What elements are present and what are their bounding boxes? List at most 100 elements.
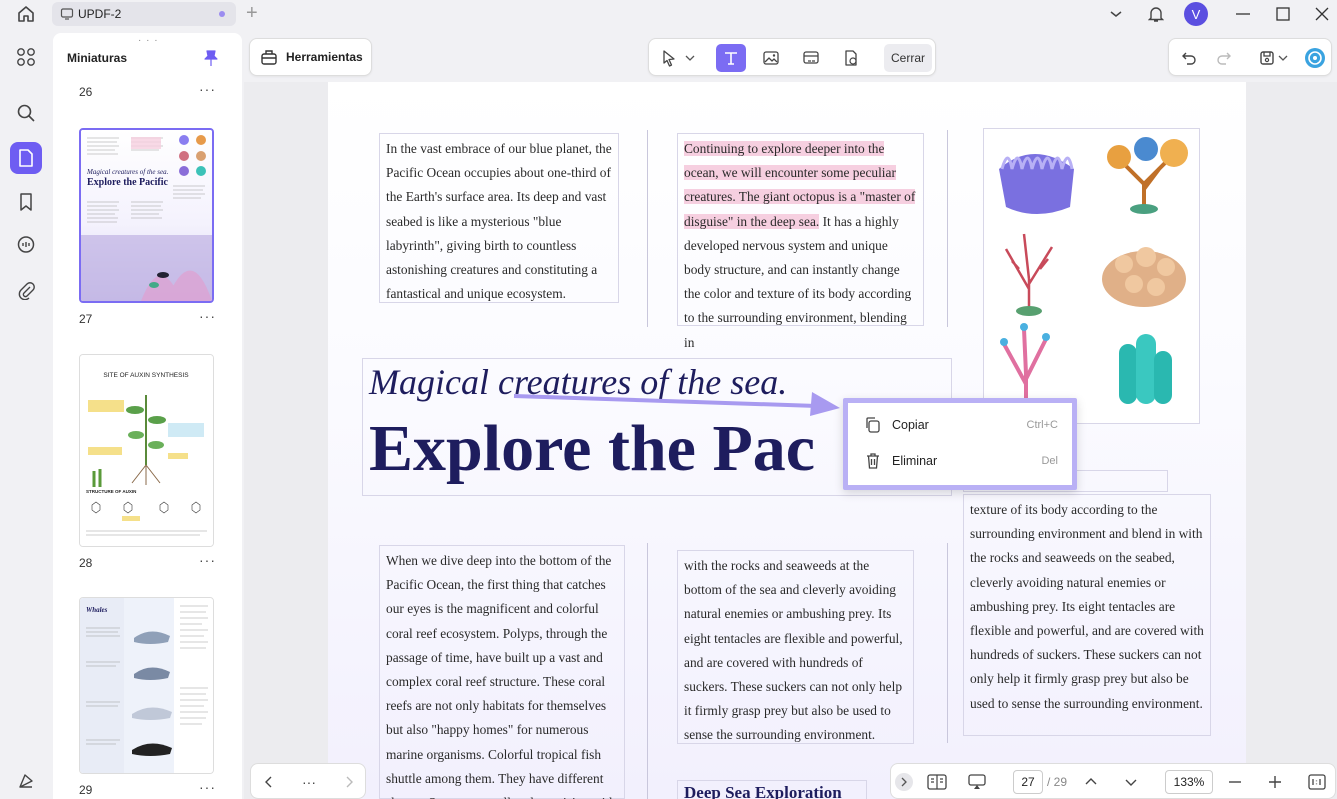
zoom-out-icon[interactable] xyxy=(1223,770,1247,794)
edit-text-icon[interactable] xyxy=(716,44,746,72)
page-more-button[interactable]: ··· xyxy=(199,308,216,324)
text-block-tentacles[interactable]: with the rocks and seaweeds at the botto… xyxy=(677,550,914,744)
minimize-icon[interactable] xyxy=(1231,4,1255,24)
thumbnail-page-28[interactable]: SITE OF AUXIN SYNTHESIS STRUCTURE OF AUX… xyxy=(79,354,214,547)
home-icon[interactable] xyxy=(14,4,38,24)
panel-grip-icon[interactable]: · · · xyxy=(138,35,159,46)
coral-red-icon xyxy=(1004,233,1054,316)
thumb29-title: Whales xyxy=(86,606,108,614)
page-layout-icon[interactable] xyxy=(925,770,949,794)
column-divider xyxy=(647,130,648,327)
edit-link-icon[interactable] xyxy=(796,44,826,72)
page-number-input[interactable]: 27 xyxy=(1013,770,1043,794)
zoom-in-icon[interactable] xyxy=(1263,770,1287,794)
more-options-button[interactable]: ··· xyxy=(297,770,321,794)
layers-icon[interactable] xyxy=(10,765,42,797)
thumbnail-page-29[interactable]: Whales xyxy=(79,597,214,774)
text-block-intro[interactable]: In the vast embrace of our blue planet, … xyxy=(379,133,619,303)
toolbox-icon xyxy=(261,50,277,65)
text-block-octopus-rest: It has a highly developed nervous system… xyxy=(684,213,912,350)
redo-icon[interactable] xyxy=(1210,44,1238,72)
page-nav-left: ··· xyxy=(250,763,366,799)
column-divider xyxy=(947,543,948,743)
pdf-page: In the vast embrace of our blue planet, … xyxy=(328,82,1246,799)
document-tab-icon xyxy=(60,7,74,21)
zoom-level[interactable]: 133% xyxy=(1165,770,1213,794)
tools-button[interactable]: Herramientas xyxy=(249,38,372,76)
search-icon[interactable] xyxy=(10,97,42,129)
thumbnail-page-27[interactable]: Magical creatures of the sea. Explore th… xyxy=(79,128,214,303)
maximize-icon[interactable] xyxy=(1271,4,1295,24)
page-total: / 29 xyxy=(1047,775,1068,789)
presentation-icon[interactable] xyxy=(965,770,989,794)
pointer-arrow-icon xyxy=(513,392,840,416)
chevron-down-icon[interactable] xyxy=(681,44,699,72)
page-more-button[interactable]: ··· xyxy=(199,552,216,568)
undo-icon[interactable] xyxy=(1175,44,1203,72)
thumbnails-title: Miniaturas xyxy=(67,51,128,65)
chevron-down-icon[interactable] xyxy=(1275,44,1291,72)
text-block-camouflage[interactable]: texture of its body according to the sur… xyxy=(963,494,1211,736)
copy-icon xyxy=(864,416,882,434)
new-tab-button[interactable]: + xyxy=(246,2,258,24)
column-divider xyxy=(647,543,648,799)
chevron-left-icon[interactable] xyxy=(257,770,281,794)
chevron-down-icon[interactable] xyxy=(1104,4,1128,24)
thumb28-structure: STRUCTURE OF AUXIN xyxy=(86,489,136,494)
apps-icon[interactable] xyxy=(10,41,42,73)
coral-image[interactable] xyxy=(983,128,1200,424)
pages-icon[interactable] xyxy=(10,142,42,174)
section-heading[interactable]: Deep Sea Exploration xyxy=(677,780,867,799)
select-cursor-icon[interactable] xyxy=(654,44,684,72)
svg-text:Explore the Pacific: Explore the Pacific xyxy=(87,177,168,188)
close-edit-button[interactable]: Cerrar xyxy=(884,44,932,72)
coral-teal-icon xyxy=(1119,334,1172,404)
copy-label: Copiar xyxy=(892,418,929,432)
text-block-octopus[interactable]: Continuing to explore deeper into the oc… xyxy=(677,133,924,350)
collapse-icon[interactable] xyxy=(895,773,913,791)
copy-shortcut: Ctrl+C xyxy=(1026,419,1058,431)
page-more-button[interactable]: ··· xyxy=(199,779,216,795)
column-divider xyxy=(947,130,948,327)
close-window-icon[interactable] xyxy=(1310,4,1334,24)
svg-text:Magical creatures of the sea.: Magical creatures of the sea. xyxy=(86,168,169,176)
unsaved-dot-icon xyxy=(219,11,225,17)
tab-title: UPDF-2 xyxy=(78,7,122,21)
pin-icon[interactable] xyxy=(203,49,219,67)
chevron-right-icon[interactable] xyxy=(337,770,361,794)
edit-toolbar: Cerrar xyxy=(648,38,936,76)
tools-label: Herramientas xyxy=(286,50,363,64)
chevron-down-icon[interactable] xyxy=(1119,770,1143,794)
bookmark-icon[interactable] xyxy=(10,186,42,218)
watermark-icon[interactable] xyxy=(836,44,866,72)
page-number-label: 28 xyxy=(79,556,93,570)
edit-image-icon[interactable] xyxy=(756,44,786,72)
page-nav-right: 27 / 29 133% xyxy=(890,763,1336,799)
left-rail xyxy=(0,33,52,799)
page-number-label: 27 xyxy=(79,312,93,326)
text-block-coral-reef[interactable]: When we dive deep into the bottom of the… xyxy=(379,545,625,799)
thumbnails-panel: · · · Miniaturas 26 ··· Magical creature… xyxy=(53,33,242,799)
ai-assistant-icon[interactable] xyxy=(1301,44,1329,72)
delete-shortcut: Del xyxy=(1041,455,1058,467)
user-avatar[interactable]: V xyxy=(1184,2,1208,26)
page-more-button[interactable]: ··· xyxy=(199,81,216,97)
right-toolbar xyxy=(1168,38,1332,76)
coral-pink-icon xyxy=(1000,323,1050,404)
bell-icon[interactable] xyxy=(1144,4,1168,24)
thumb28-title: SITE OF AUXIN SYNTHESIS xyxy=(103,372,189,379)
coral-tan-icon xyxy=(1102,247,1186,307)
copy-menu-item[interactable]: Copiar Ctrl+C xyxy=(848,408,1072,442)
document-tab[interactable]: UPDF-2 xyxy=(52,2,236,26)
delete-menu-item[interactable]: Eliminar Del xyxy=(848,444,1072,478)
actual-size-icon[interactable] xyxy=(1305,770,1329,794)
page-number-label: 29 xyxy=(79,783,93,797)
comment-icon[interactable] xyxy=(10,229,42,261)
coral-orange-icon xyxy=(1107,137,1188,214)
chevron-up-icon[interactable] xyxy=(1079,770,1103,794)
page-title: Explore the Pac xyxy=(369,412,816,485)
delete-label: Eliminar xyxy=(892,454,938,468)
attachment-icon[interactable] xyxy=(10,274,42,306)
page-number-label: 26 xyxy=(79,85,93,99)
trash-icon xyxy=(864,452,882,470)
